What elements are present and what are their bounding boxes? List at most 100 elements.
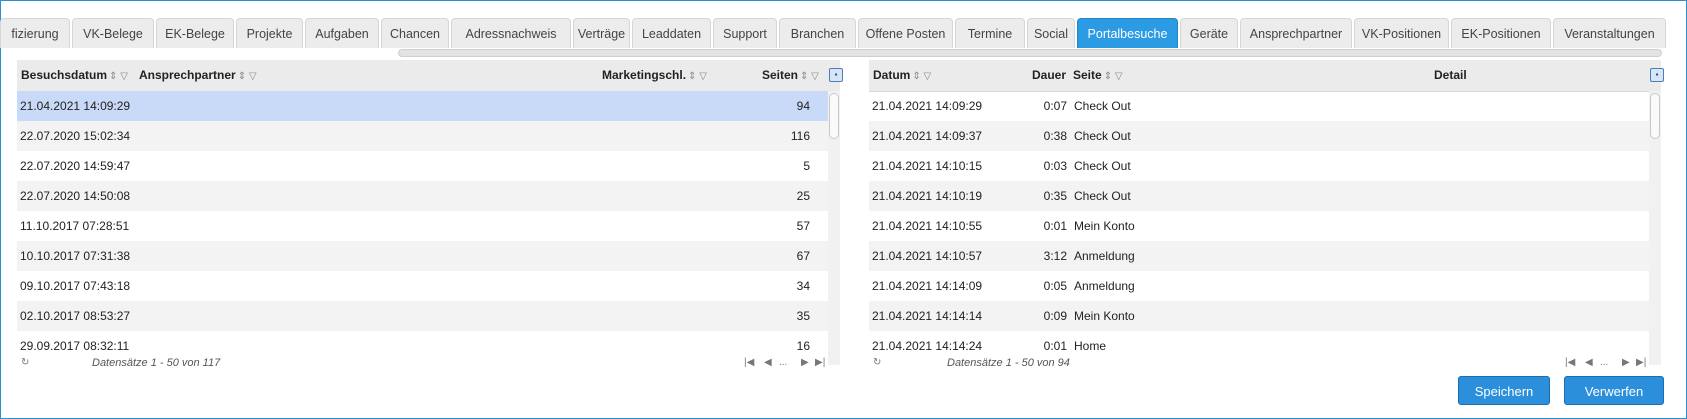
tab-vk-positionen[interactable]: VK-Positionen xyxy=(1354,18,1449,48)
sort-filter-icon[interactable]: ⇕ ▽ xyxy=(109,61,128,92)
page-dots[interactable]: ... xyxy=(1600,353,1608,373)
visit-pages: 5 xyxy=(803,159,810,173)
table-row[interactable]: 21.04.2021 14:10:15 0:03 Check Out xyxy=(869,151,1649,181)
table-row[interactable]: 02.10.2017 08:53:27 35 xyxy=(17,301,828,331)
visit-pages: 94 xyxy=(796,99,810,113)
first-page-icon[interactable]: |◀ xyxy=(1565,353,1575,373)
table-row[interactable]: 21.04.2021 14:14:14 0:09 Mein Konto xyxy=(869,301,1649,331)
visit-date: 10.10.2017 07:31:38 xyxy=(20,249,131,263)
view-date: 21.04.2021 14:09:37 xyxy=(872,129,983,143)
tab-leaddaten[interactable]: Leaddaten xyxy=(632,18,711,48)
visit-pages: 67 xyxy=(796,249,810,263)
table-row[interactable]: 22.07.2020 14:59:47 5 xyxy=(17,151,828,181)
tab-support[interactable]: Support xyxy=(713,18,777,48)
table-row[interactable]: 21.04.2021 14:10:57 3:12 Anmeldung xyxy=(869,241,1649,271)
table-row[interactable]: 21.04.2021 14:09:29 94 xyxy=(17,91,828,121)
last-page-icon[interactable]: ▶| xyxy=(815,353,825,373)
visit-date: 21.04.2021 14:09:29 xyxy=(20,99,131,113)
page-views-grid-header: Datum ⇕ ▽ Dauer Seite ⇕ ▽ Detail ▪ xyxy=(869,60,1664,92)
view-duration: 0:07 xyxy=(1043,99,1067,113)
table-row[interactable]: 11.10.2017 07:28:51 57 xyxy=(17,211,828,241)
table-row[interactable]: 21.04.2021 14:10:55 0:01 Mein Konto xyxy=(869,211,1649,241)
tab-offene-posten[interactable]: Offene Posten xyxy=(858,18,953,48)
header-detail[interactable]: Detail xyxy=(1434,60,1467,91)
visit-date: 22.07.2020 15:02:34 xyxy=(20,129,131,143)
scrollbar-thumb[interactable] xyxy=(1650,93,1660,139)
page-views-grid-scrollbar[interactable] xyxy=(1649,91,1661,365)
tab-portalbesuche[interactable]: Portalbesuche xyxy=(1077,18,1178,48)
table-row[interactable]: 09.10.2017 07:43:18 34 xyxy=(17,271,828,301)
view-date: 21.04.2021 14:09:29 xyxy=(872,99,983,113)
header-besuchsdatum[interactable]: Besuchsdatum ⇕ ▽ xyxy=(21,60,128,91)
view-date: 21.04.2021 14:10:57 xyxy=(872,249,983,263)
visits-grid-scrollbar[interactable] xyxy=(828,91,840,365)
table-row[interactable]: 21.04.2021 14:14:09 0:05 Anmeldung xyxy=(869,271,1649,301)
prev-page-icon[interactable]: ◀ xyxy=(1585,353,1593,373)
visit-date: 09.10.2017 07:43:18 xyxy=(20,279,131,293)
view-date: 21.04.2021 14:10:55 xyxy=(872,219,983,233)
sort-filter-icon[interactable]: ⇕ ▽ xyxy=(688,61,707,92)
discard-button[interactable]: Verwerfen xyxy=(1564,376,1664,405)
tab-projekte[interactable]: Projekte xyxy=(236,18,303,48)
visit-date: 02.10.2017 08:53:27 xyxy=(20,309,131,323)
tab-branchen[interactable]: Branchen xyxy=(779,18,856,48)
header-dauer[interactable]: Dauer xyxy=(1032,60,1066,91)
table-row[interactable]: 10.10.2017 07:31:38 67 xyxy=(17,241,828,271)
sort-filter-icon[interactable]: ⇕ ▽ xyxy=(912,61,931,92)
tab-fizierung[interactable]: fizierung xyxy=(0,18,70,48)
tab-social[interactable]: Social xyxy=(1027,18,1075,48)
tab-verträge[interactable]: Verträge xyxy=(573,18,630,48)
page-dots[interactable]: ... xyxy=(779,353,787,373)
view-date: 21.04.2021 14:14:14 xyxy=(872,309,983,323)
save-button[interactable]: Speichern xyxy=(1458,376,1550,405)
tab-ek-belege[interactable]: EK-Belege xyxy=(156,18,234,48)
view-duration: 0:05 xyxy=(1043,279,1067,293)
next-page-icon[interactable]: ▶ xyxy=(1622,353,1630,373)
tab-ek-positionen[interactable]: EK-Positionen xyxy=(1451,18,1551,48)
tab-scrollbar[interactable] xyxy=(398,49,1662,57)
column-chooser-icon[interactable]: ▪ xyxy=(829,68,843,82)
visit-pages: 57 xyxy=(796,219,810,233)
scrollbar-thumb[interactable] xyxy=(829,93,839,139)
sort-filter-icon[interactable]: ⇕ ▽ xyxy=(1104,61,1123,92)
view-page: Check Out xyxy=(1074,129,1131,143)
view-page: Check Out xyxy=(1074,99,1131,113)
visit-pages: 116 xyxy=(790,129,810,143)
first-page-icon[interactable]: |◀ xyxy=(744,353,754,373)
view-duration: 0:01 xyxy=(1043,219,1067,233)
table-row[interactable]: 21.04.2021 14:09:29 0:07 Check Out xyxy=(869,91,1649,121)
tab-aufgaben[interactable]: Aufgaben xyxy=(305,18,379,48)
visits-grid-header: Besuchsdatum ⇕ ▽ Ansprechpartner ⇕ ▽ Marke… xyxy=(17,60,843,92)
table-row[interactable]: 22.07.2020 15:02:34 116 xyxy=(17,121,828,151)
tab-adressnachweis[interactable]: Adressnachweis xyxy=(451,18,571,48)
table-row[interactable]: 22.07.2020 14:50:08 25 xyxy=(17,181,828,211)
visit-pages: 25 xyxy=(796,189,810,203)
column-chooser-icon[interactable]: ▪ xyxy=(1650,68,1664,82)
header-datum[interactable]: Datum ⇕ ▽ xyxy=(873,60,931,91)
header-seite[interactable]: Seite ⇕ ▽ xyxy=(1073,60,1123,91)
visit-date: 11.10.2017 07:28:51 xyxy=(20,219,130,233)
visit-date: 22.07.2020 14:59:47 xyxy=(20,159,131,173)
view-duration: 0:03 xyxy=(1043,159,1067,173)
next-page-icon[interactable]: ▶ xyxy=(801,353,809,373)
sort-filter-icon[interactable]: ⇕ ▽ xyxy=(238,61,257,92)
visit-date: 22.07.2020 14:50:08 xyxy=(20,189,131,203)
prev-page-icon[interactable]: ◀ xyxy=(764,353,772,373)
tab-vk-belege[interactable]: VK-Belege xyxy=(72,18,154,48)
refresh-icon[interactable]: ↻ xyxy=(873,353,881,373)
visit-pages: 35 xyxy=(796,309,810,323)
tab-veranstaltungen[interactable]: Veranstaltungen xyxy=(1553,18,1666,48)
sort-filter-icon[interactable]: ⇕ ▽ xyxy=(800,61,819,92)
table-row[interactable]: 21.04.2021 14:09:37 0:38 Check Out xyxy=(869,121,1649,151)
view-date: 21.04.2021 14:10:19 xyxy=(872,189,983,203)
tab-chancen[interactable]: Chancen xyxy=(381,18,449,48)
header-marketingschl[interactable]: Marketingschl. ⇕ ▽ xyxy=(602,60,707,91)
header-ansprechpartner[interactable]: Ansprechpartner ⇕ ▽ xyxy=(139,60,257,91)
refresh-icon[interactable]: ↻ xyxy=(21,353,29,373)
last-page-icon[interactable]: ▶| xyxy=(1636,353,1646,373)
tab-termine[interactable]: Termine xyxy=(955,18,1025,48)
tab-geräte[interactable]: Geräte xyxy=(1180,18,1238,48)
header-seiten[interactable]: Seiten ⇕ ▽ xyxy=(762,60,819,91)
tab-ansprechpartner[interactable]: Ansprechpartner xyxy=(1240,18,1352,48)
table-row[interactable]: 21.04.2021 14:10:19 0:35 Check Out xyxy=(869,181,1649,211)
